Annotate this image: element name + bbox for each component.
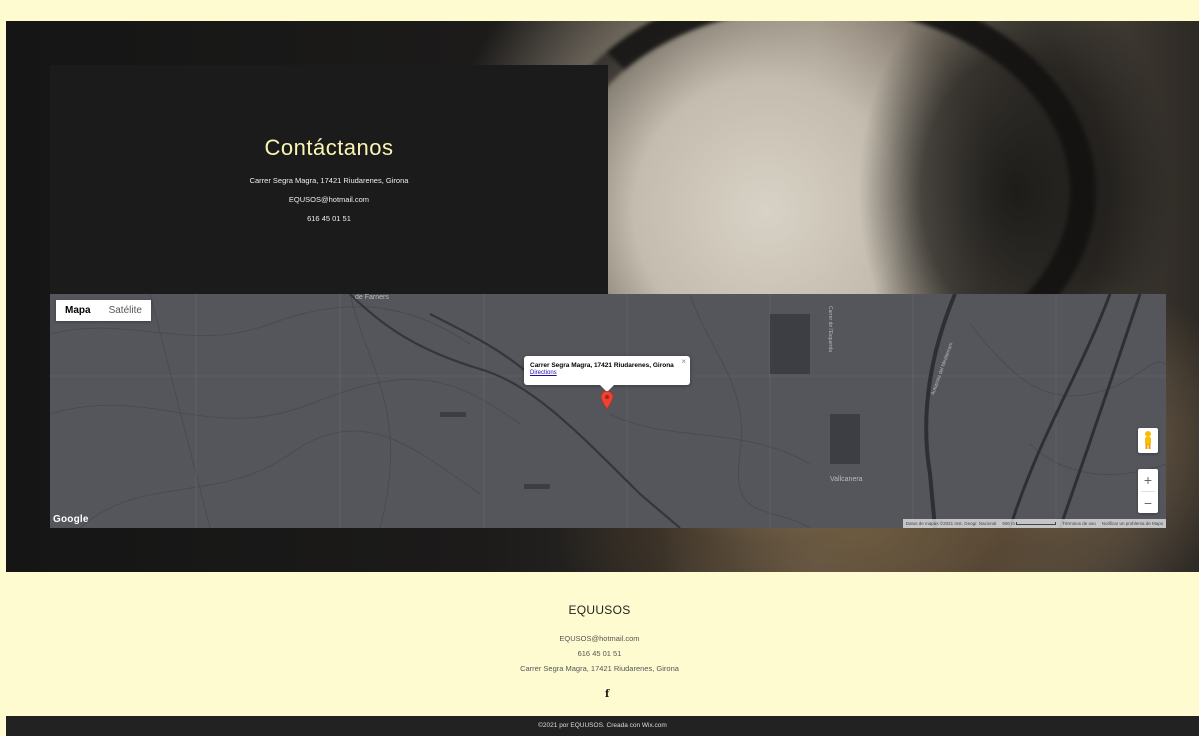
- map-attribution-bar: Datos de mapas ©2021 Inst. Geogr. Nacion…: [902, 519, 1166, 528]
- page: Contáctanos Carrer Segra Magra, 17421 Ri…: [0, 0, 1199, 736]
- zoom-controls: + −: [1138, 469, 1158, 513]
- scale-bar: [1016, 522, 1057, 525]
- directions-link[interactable]: Directions: [530, 370, 684, 376]
- google-logo: Google: [53, 514, 89, 525]
- map-type-toggle: Mapa Satélite: [56, 300, 151, 321]
- copyright-bar: ©2021 por EQUUSOS. Creada con Wix.com: [6, 716, 1199, 736]
- facebook-icon[interactable]: f: [605, 689, 609, 700]
- zoom-in-button[interactable]: +: [1138, 469, 1158, 491]
- copyright-text: ©2021 por EQUUSOS. Creada con Wix.com: [538, 722, 667, 729]
- map-info-window: Carrer Segra Magra, 17421 Riudarenes, Gi…: [524, 356, 690, 392]
- map-type-mapa-button[interactable]: Mapa: [56, 300, 100, 321]
- map-terrain-lines: [50, 294, 1166, 528]
- map-label-carrer-esquerda: Carrer de l'Esquerda: [827, 306, 833, 352]
- contact-phone[interactable]: 616 45 01 51: [50, 214, 608, 223]
- contact-email[interactable]: EQUSOS@hotmail.com: [50, 195, 608, 204]
- map-marker-icon[interactable]: [601, 391, 613, 409]
- google-map[interactable]: de Farners Carrer de l'Esquerda Autopist…: [50, 294, 1166, 528]
- zoom-out-button[interactable]: −: [1138, 492, 1158, 514]
- close-icon[interactable]: ×: [681, 357, 686, 366]
- footer-email[interactable]: EQUSOS@hotmail.com: [0, 634, 1199, 643]
- map-terms-link[interactable]: Términos de uso: [1062, 521, 1096, 526]
- map-data-attribution: Datos de mapas ©2021 Inst. Geogr. Nacion…: [905, 521, 997, 526]
- pegman-icon: [1145, 431, 1151, 449]
- contact-title: Contáctanos: [264, 135, 394, 160]
- footer-brand: EQUUSOS: [568, 603, 631, 617]
- map-label-vallcanera: Vallcanera: [830, 476, 863, 483]
- info-window-title: Carrer Segra Magra, 17421 Riudarenes, Gi…: [530, 362, 674, 369]
- map-scale-label: 500 m: [1002, 521, 1015, 526]
- street-view-button[interactable]: [1138, 428, 1158, 453]
- footer-phone[interactable]: 616 45 01 51: [0, 649, 1199, 658]
- map-label-de-farners: de Farners: [355, 294, 389, 301]
- map-type-satelite-button[interactable]: Satélite: [100, 300, 151, 321]
- map-scale[interactable]: 500 m: [1002, 521, 1057, 526]
- map-report-link[interactable]: Notificar un problema de Maps: [1102, 521, 1163, 526]
- footer-address: Carrer Segra Magra, 17421 Riudarenes, Gi…: [520, 664, 679, 673]
- contact-address: Carrer Segra Magra, 17421 Riudarenes, Gi…: [249, 176, 409, 185]
- contact-panel: Contáctanos Carrer Segra Magra, 17421 Ri…: [50, 65, 608, 294]
